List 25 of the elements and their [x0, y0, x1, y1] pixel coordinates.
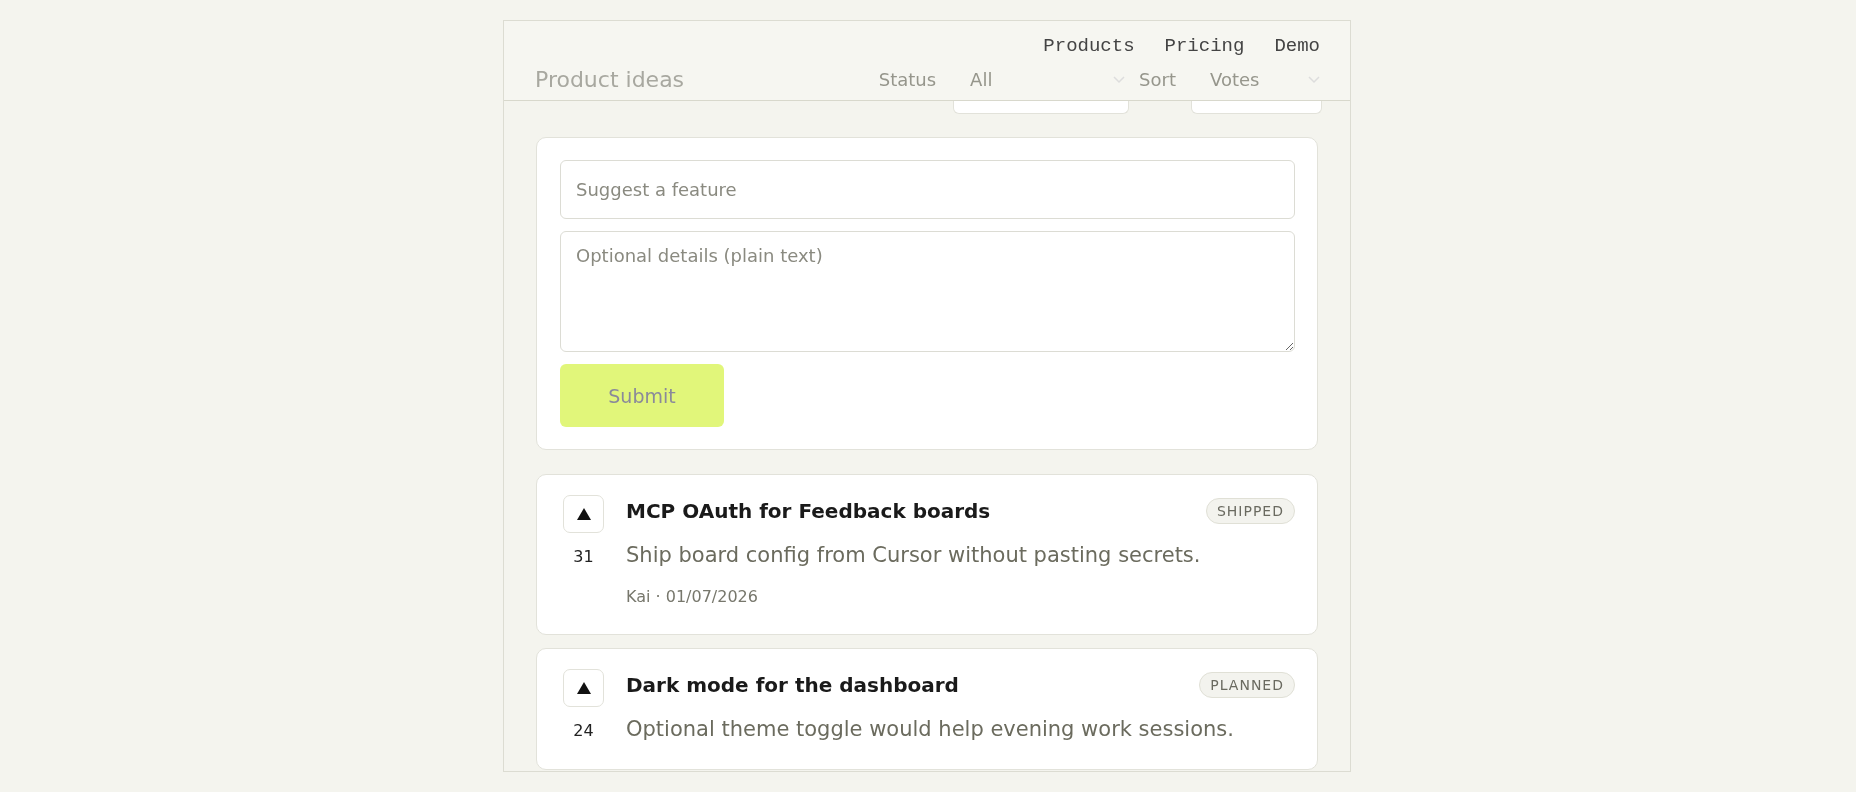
vote-count: 24 [573, 721, 594, 740]
idea-title: Dark mode for the dashboard [626, 673, 959, 697]
idea-title: MCP OAuth for Feedback boards [626, 499, 991, 523]
idea-description: Ship board config from Cursor without pasting secrets. [626, 543, 1202, 567]
upvote-button[interactable] [563, 669, 604, 707]
feature-input[interactable]: Suggest a feature [560, 160, 1295, 219]
filter-label: Status [878, 69, 937, 90]
chevron-icon [1113, 75, 1126, 84]
nav-link[interactable]: Products [1043, 35, 1135, 57]
triangle-up-icon [575, 681, 592, 695]
upvote-button[interactable] [563, 495, 604, 533]
chevron-icon [1308, 75, 1320, 84]
filter-label: Sort [1139, 69, 1176, 90]
idea-meta: Kai · 01/07/2026 [626, 587, 759, 606]
dropdown-field[interactable] [953, 101, 1129, 114]
dropdown-field[interactable] [1191, 101, 1322, 114]
nav-link[interactable]: Demo [1274, 35, 1320, 57]
idea-description: Optional theme toggle would help evening work sessions. [626, 717, 1235, 741]
page-title: Product ideas [535, 67, 685, 92]
nav-link[interactable]: Pricing [1164, 35, 1245, 57]
triangle-up-icon [575, 507, 592, 521]
details-textarea[interactable]: Optional details (plain text) [560, 231, 1295, 352]
vote-count: 31 [573, 547, 594, 566]
status-badge: SHIPPED [1205, 498, 1295, 524]
status-badge: PLANNED [1199, 672, 1295, 698]
